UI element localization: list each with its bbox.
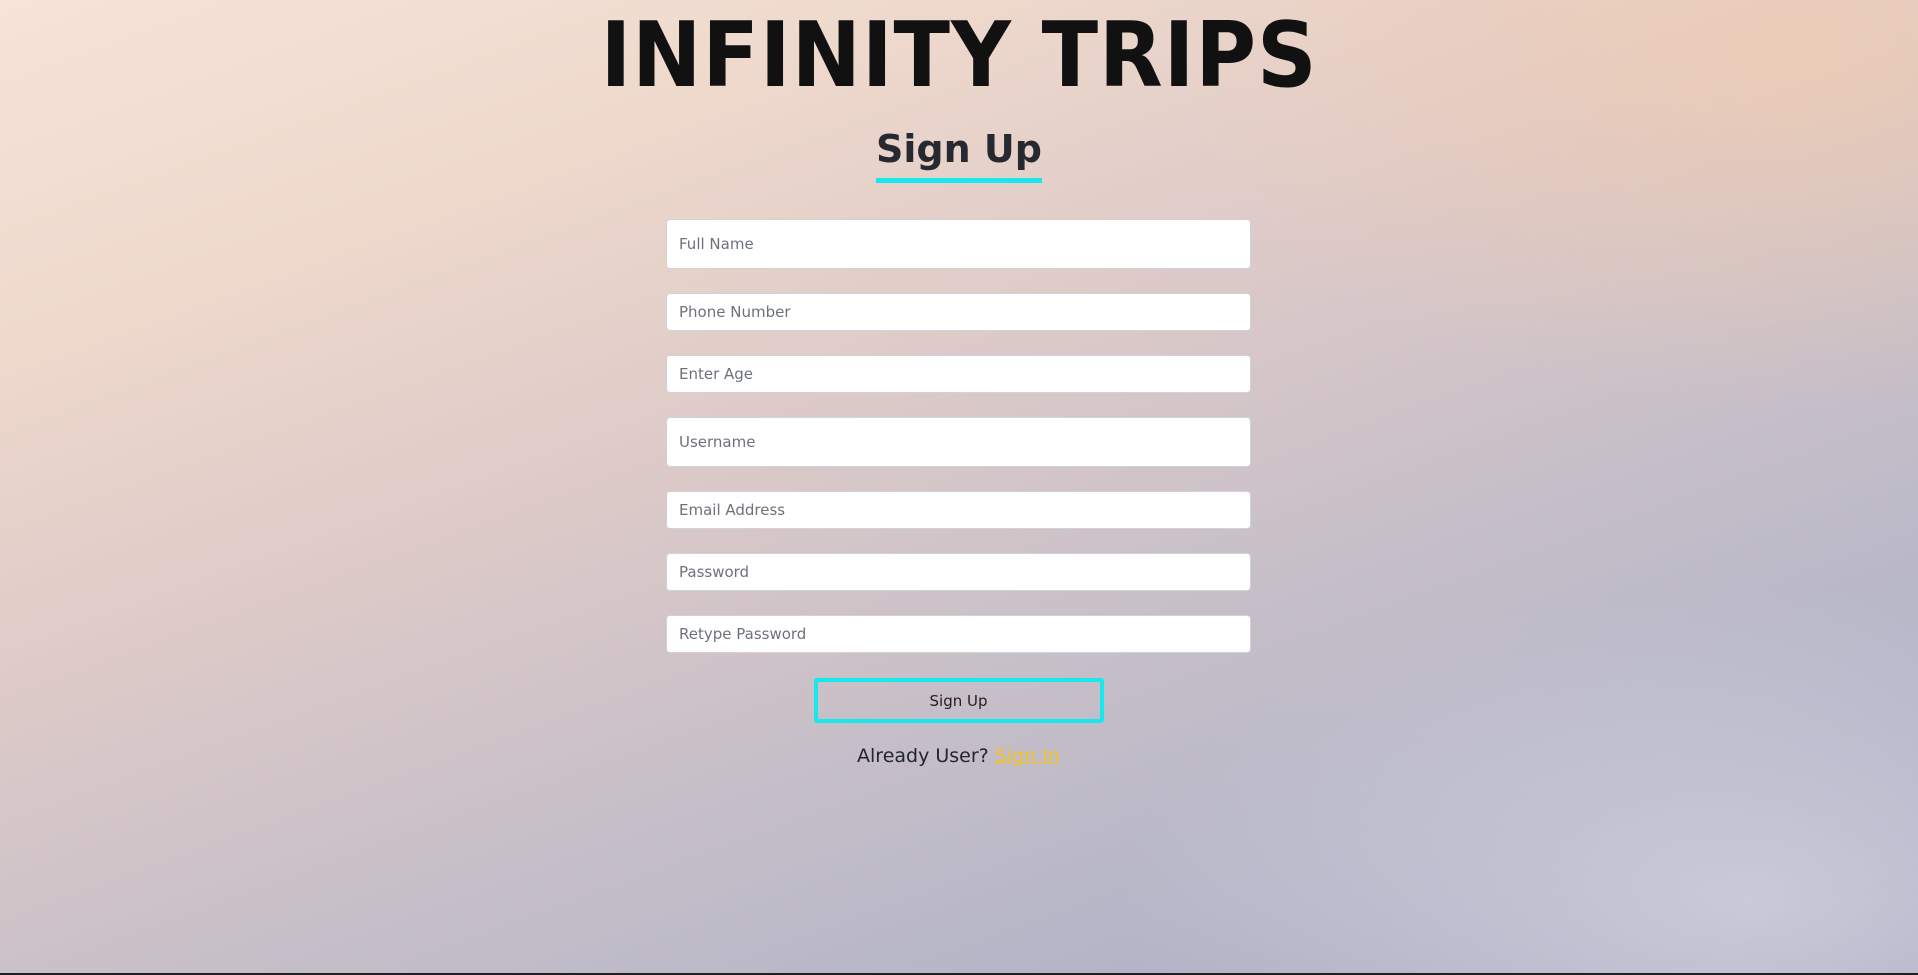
page-title: Sign Up — [876, 122, 1042, 183]
username-input[interactable] — [666, 417, 1251, 467]
submit-row: Sign Up — [666, 678, 1251, 723]
password-input[interactable] — [666, 553, 1251, 591]
phone-number-input[interactable] — [666, 293, 1251, 331]
signin-prompt: Already User? Sign In — [666, 745, 1251, 767]
age-input[interactable] — [666, 355, 1251, 393]
sign-up-button[interactable]: Sign Up — [813, 678, 1104, 723]
email-input[interactable] — [666, 491, 1251, 529]
retype-password-input[interactable] — [666, 615, 1251, 653]
signup-form: Sign Up Already User? Sign In — [666, 219, 1251, 767]
full-name-input[interactable] — [666, 219, 1251, 269]
heading-container: Sign Up — [0, 122, 1918, 183]
brand-title: INFINITY TRIPS — [600, 3, 1318, 108]
already-user-text: Already User? — [857, 745, 989, 767]
sign-in-link[interactable]: Sign In — [995, 745, 1060, 767]
